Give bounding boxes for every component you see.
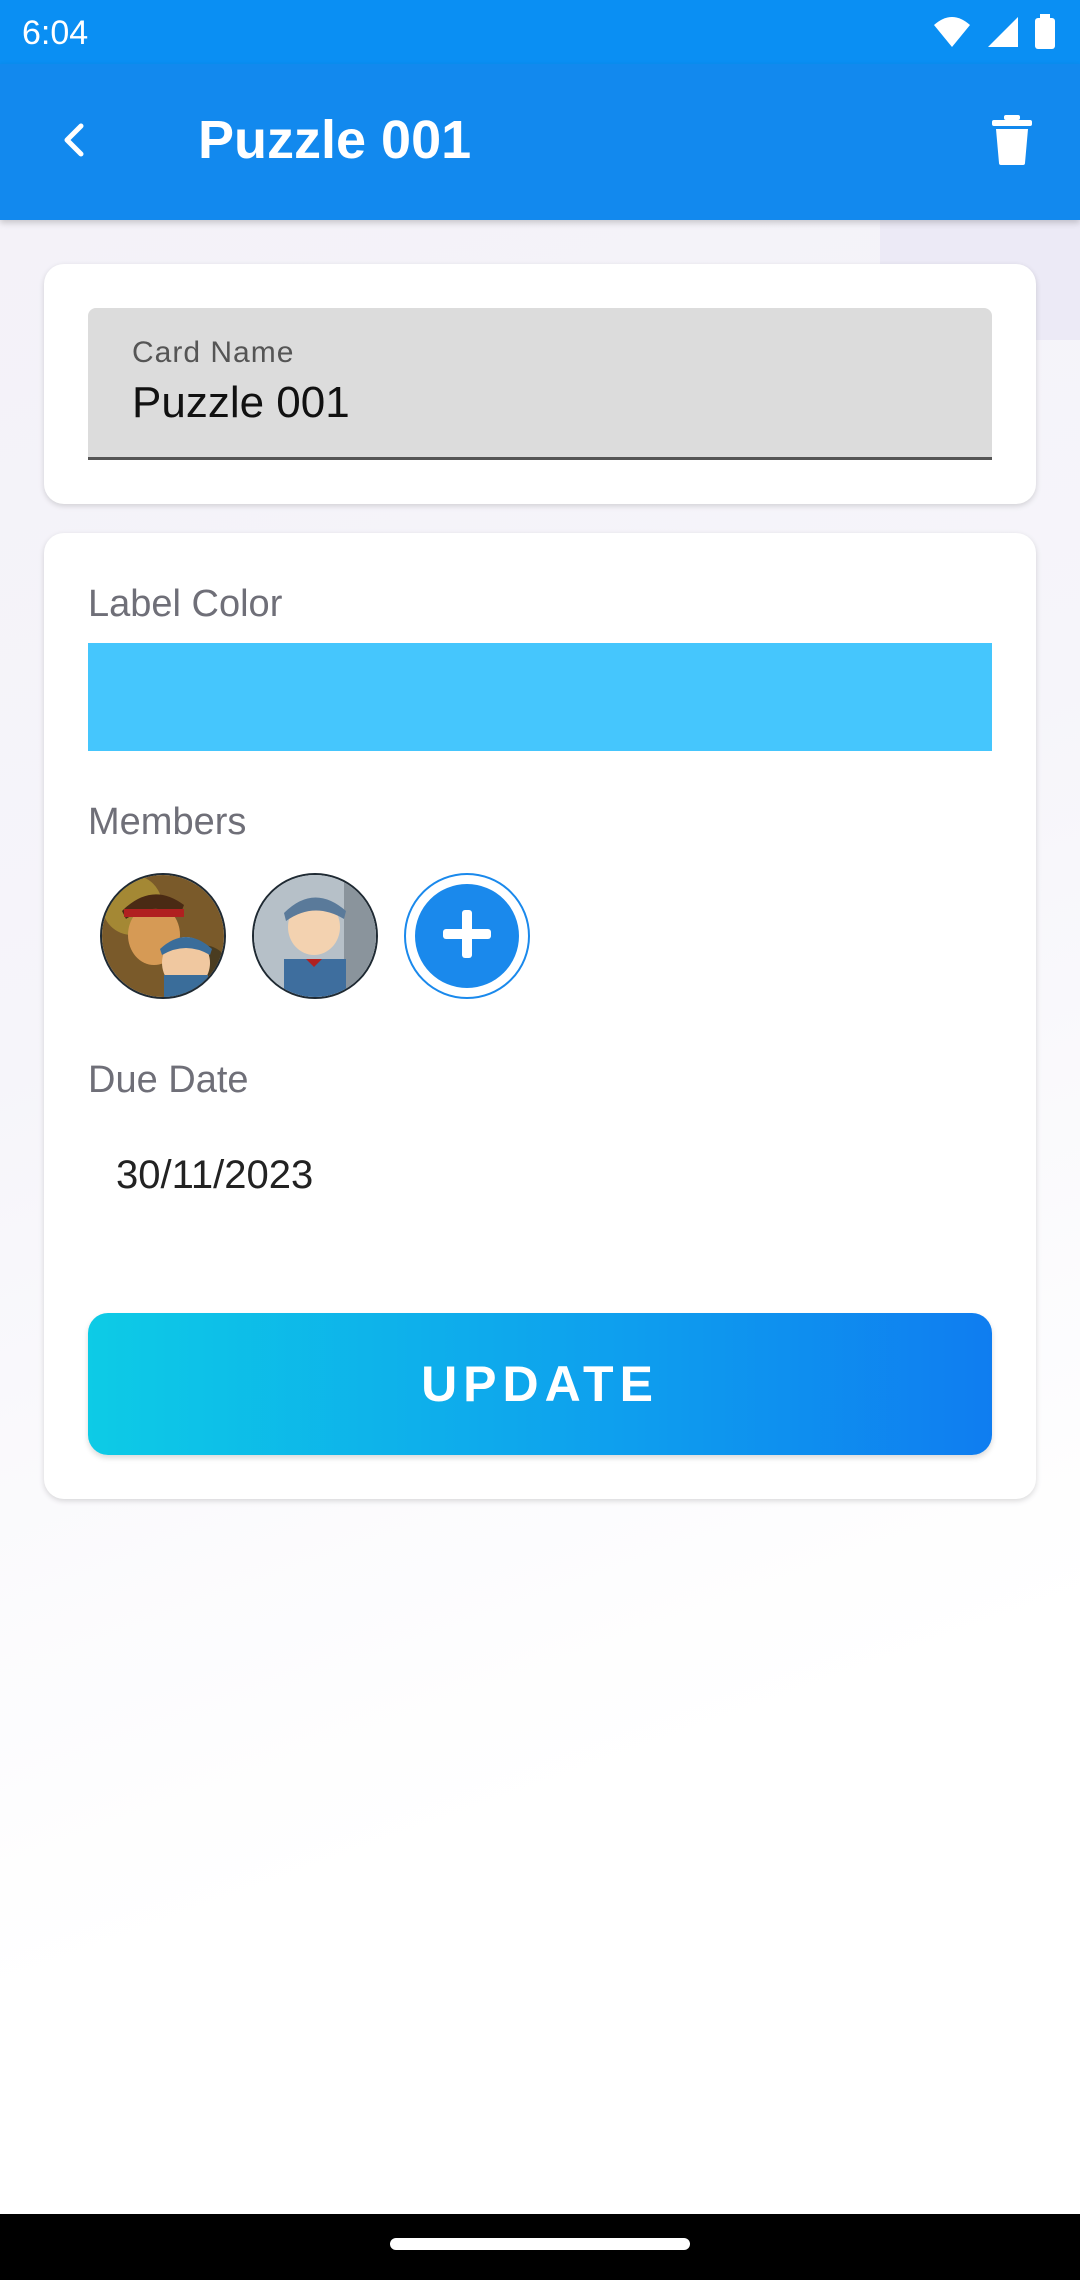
card-name-card: Card Name Puzzle 001 xyxy=(44,264,1036,504)
update-button[interactable]: UPDATE xyxy=(88,1313,992,1455)
members-heading: Members xyxy=(88,801,247,843)
status-time: 6:04 xyxy=(22,14,89,52)
wifi-icon xyxy=(932,15,972,53)
add-member-button[interactable] xyxy=(404,873,530,999)
card-name-label: Card Name xyxy=(132,336,295,369)
trash-icon xyxy=(992,115,1032,169)
signal-icon xyxy=(986,15,1020,53)
due-date-value[interactable]: 30/11/2023 xyxy=(116,1153,313,1198)
members-list xyxy=(100,873,530,999)
due-date-heading: Due Date xyxy=(88,1059,249,1101)
home-gesture-handle[interactable] xyxy=(390,2238,690,2250)
label-color-swatch[interactable] xyxy=(88,643,992,751)
delete-button[interactable] xyxy=(982,112,1042,172)
card-details-card: Label Color Members Due Date 30/11/2023 … xyxy=(44,533,1036,1499)
label-color-heading: Label Color xyxy=(88,583,283,625)
card-name-value: Puzzle 001 xyxy=(132,378,350,427)
chevron-left-icon xyxy=(59,122,89,162)
app-bar: Puzzle 001 xyxy=(0,64,1080,220)
page-title: Puzzle 001 xyxy=(198,110,472,170)
back-button[interactable] xyxy=(44,112,104,172)
plus-icon xyxy=(439,906,495,966)
battery-icon xyxy=(1034,14,1056,54)
status-icons xyxy=(932,14,1056,54)
navigation-bar xyxy=(0,2214,1080,2280)
add-member-circle xyxy=(415,884,519,988)
member-avatar-1[interactable] xyxy=(100,873,226,999)
member-avatar-2[interactable] xyxy=(252,873,378,999)
status-bar: 6:04 xyxy=(0,0,1080,64)
card-name-field[interactable]: Card Name Puzzle 001 xyxy=(88,308,992,460)
